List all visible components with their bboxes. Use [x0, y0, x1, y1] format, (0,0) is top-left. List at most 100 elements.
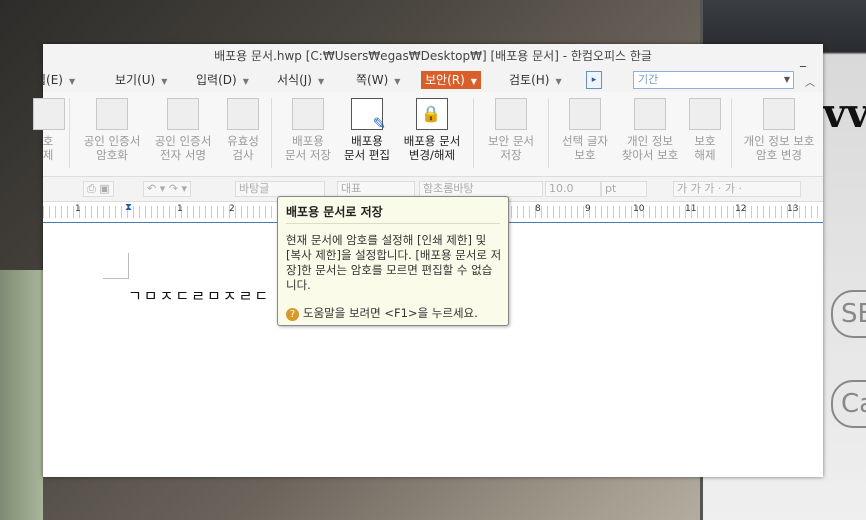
edit-distribution-button[interactable]: ✎ 배포용 문서 편집	[339, 98, 395, 162]
window-title: 배포용 문서.hwp [C:₩Users₩egas₩Desktop₩] [배포용…	[214, 49, 652, 63]
font-size-value: 10.0	[549, 182, 574, 195]
ruler-number: 1	[75, 204, 81, 214]
ribbon-label: 해제	[694, 148, 716, 162]
menu-page-label: 쪽(W)	[356, 73, 389, 87]
check-icon	[227, 98, 259, 130]
chevron-down-icon: ▼	[783, 75, 790, 84]
font-value: 함초롬바탕	[423, 182, 474, 195]
menu-format-label: 서식(J)	[277, 73, 312, 87]
menu-page[interactable]: 쪽(W) ▼	[356, 71, 400, 89]
ribbon-label: 문서 저장	[285, 148, 331, 162]
indent-marker-icon[interactable]: ⧗	[125, 202, 133, 220]
unprotect-button[interactable]: 보호 해제	[685, 98, 725, 162]
undo-icon[interactable]: ↶ ▾ ↷ ▾	[143, 181, 191, 197]
edit-pencil-icon: ✎	[351, 98, 386, 132]
font-select[interactable]: 함초롬바탕	[419, 181, 543, 197]
ribbon-label: 제	[42, 148, 54, 162]
document-text[interactable]: ㄱㅁㅈㄷㄹㅁㅈㄹㄷ	[128, 285, 270, 306]
ribbon-label: 배포용	[292, 134, 324, 148]
tooltip-help-text: 도움말을 보려면 <F1>을 누르세요.	[303, 306, 478, 320]
ribbon-label: 호	[42, 134, 54, 148]
menu-security-label: 보안(R)	[425, 73, 465, 87]
monitor-pill-2: Ca	[831, 380, 866, 428]
save-distribution-button[interactable]: 배포용 문서 저장	[277, 98, 339, 162]
ribbon-label: 보안 문서	[488, 134, 534, 148]
ribbon: 호제 공인 인증서 암호화 공인 인증서 전자 서명 유효성 검사 배포용 문서 저장 …	[33, 92, 823, 177]
tooltip-title: 배포용 문서로 저장	[286, 205, 383, 219]
tooltip-divider	[286, 223, 500, 224]
menu-insert[interactable]: 입력(D) ▼	[196, 71, 249, 89]
ruler-number: 12	[735, 204, 747, 214]
ruler-number: 9	[585, 204, 591, 214]
style-select[interactable]: 바탕글	[235, 181, 325, 197]
language-select[interactable]: 대표	[337, 181, 415, 197]
ribbon-label: 개인 정보 보호	[743, 134, 815, 148]
chevron-down-icon: ▼	[242, 77, 249, 86]
ribbon-label: 찾아서 보호	[621, 148, 679, 162]
title-bar: 배포용 문서.hwp [C:₩Users₩egas₩Desktop₩] [배포용…	[43, 44, 823, 68]
monitor-pill-1: SE	[831, 290, 866, 338]
cert-sign-button[interactable]: 공인 인증서 전자 서명	[149, 98, 217, 162]
save-doc-icon	[292, 98, 324, 130]
background-cup	[0, 270, 43, 520]
font-size-input[interactable]: 10.0	[545, 181, 601, 197]
language-value: 대표	[341, 182, 362, 195]
menu-format[interactable]: 서식(J) ▼	[277, 71, 324, 89]
ruler-number: 11	[685, 204, 697, 214]
menu-edit[interactable]: 집(E) ▼	[35, 71, 75, 89]
change-password-button[interactable]: 개인 정보 보호 암호 변경	[737, 98, 821, 162]
collapse-ribbon-icon[interactable]: ︿	[805, 74, 815, 89]
cert-icon	[167, 98, 199, 130]
chevron-down-icon: ▼	[555, 77, 562, 86]
ribbon-label: 보호	[574, 148, 596, 162]
change-distribution-button[interactable]: 🔒 배포용 문서 변경/해제	[398, 98, 466, 162]
tooltip: 배포용 문서로 저장 현재 문서에 암호를 설정해 [인쇄 제한] 및 [복사 …	[277, 196, 509, 326]
ribbon-label: 공인 인증서	[83, 134, 141, 148]
ribbon-label: 선택 글자	[562, 134, 608, 148]
ribbon-label: 암호 변경	[756, 148, 802, 162]
cert-encrypt-button[interactable]: 공인 인증서 암호화	[81, 98, 143, 162]
monitor-text: vv	[823, 90, 866, 137]
ruler-number: 8	[535, 204, 541, 214]
chevron-down-icon: ▼	[69, 77, 76, 86]
ribbon-label: 배포용 문서	[403, 134, 461, 148]
ruler-number: 2	[229, 204, 235, 214]
unit-select[interactable]: pt	[601, 181, 647, 197]
lock-icon	[763, 98, 795, 130]
ribbon-label: 저장	[500, 148, 522, 162]
cert-icon	[96, 98, 128, 130]
chevron-down-icon: ▼	[470, 77, 477, 86]
chevron-down-icon: ▼	[317, 77, 325, 86]
search-input[interactable]: 기간 ▼	[633, 71, 794, 89]
find-protect-button[interactable]: 개인 정보 찾아서 보호	[617, 98, 683, 162]
validity-check-button[interactable]: 유효성 검사	[221, 98, 265, 162]
save-secure-button[interactable]: 보안 문서 저장	[483, 98, 539, 162]
lock-icon: 🔒	[416, 98, 448, 130]
text-lock-icon	[569, 98, 601, 130]
ruler-number: 1	[177, 204, 183, 214]
ribbon-label: 변경/해제	[408, 148, 456, 162]
unit-value: pt	[605, 182, 617, 195]
ribbon-label: 공인 인증서	[154, 134, 212, 148]
menu-insert-label: 입력(D)	[196, 73, 237, 87]
ribbon-label: 문서 편집	[344, 148, 390, 162]
secure-doc-icon	[495, 98, 527, 130]
ribbon-partial-button[interactable]: 호제	[33, 98, 65, 162]
protect-text-button[interactable]: 선택 글자 보호	[555, 98, 615, 162]
chevron-down-icon: ▼	[161, 77, 168, 86]
more-menus-button[interactable]: ▸	[586, 71, 602, 89]
text-format-buttons[interactable]: 가 가 가 · 가 ·	[673, 181, 801, 197]
ribbon-label: 배포용	[351, 134, 383, 148]
chevron-down-icon: ▼	[394, 77, 401, 86]
menu-review[interactable]: 검토(H) ▼	[509, 71, 562, 89]
menu-view[interactable]: 보기(U) ▼	[115, 71, 167, 89]
ribbon-separator	[473, 98, 474, 168]
print-icon[interactable]: ⎙ ▣	[83, 181, 114, 197]
menu-view-label: 보기(U)	[115, 73, 156, 87]
menu-security[interactable]: 보안(R) ▼	[421, 71, 481, 89]
ruler-number: 10	[633, 204, 645, 214]
help-icon: ?	[286, 308, 299, 321]
menu-edit-label: 집(E)	[35, 73, 63, 87]
ribbon-separator	[69, 98, 70, 168]
menu-review-label: 검토(H)	[509, 73, 550, 87]
